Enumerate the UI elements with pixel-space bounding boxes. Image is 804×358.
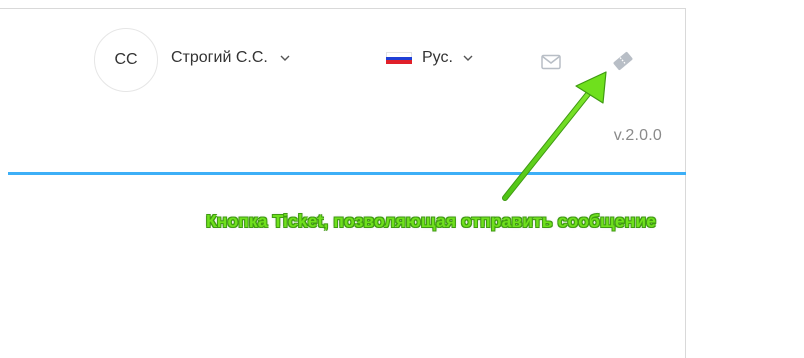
language-selector[interactable]: Рус. — [386, 49, 473, 67]
screenshot-stage: CC Строгий С.С. Рус. v.2.0.0 Кнопка Tick… — [0, 0, 804, 358]
version-label: v.2.0.0 — [613, 127, 662, 144]
annotation-caption: Кнопка Ticket, позволяющая отправить соо… — [206, 211, 657, 231]
user-menu-dropdown[interactable]: Строгий С.С. — [171, 49, 290, 67]
language-label: Рус. — [422, 49, 453, 66]
avatar[interactable]: CC — [94, 28, 158, 92]
panel-top-border — [0, 8, 686, 9]
chevron-down-icon — [280, 55, 290, 61]
envelope-icon[interactable] — [539, 53, 563, 71]
header-divider-line — [8, 172, 686, 175]
avatar-initials: CC — [114, 51, 138, 68]
user-name: Строгий С.С. — [171, 49, 268, 66]
russia-flag-icon — [386, 52, 412, 65]
ticket-icon[interactable] — [610, 50, 636, 72]
panel-right-border — [685, 8, 686, 358]
chevron-down-icon — [463, 55, 473, 61]
